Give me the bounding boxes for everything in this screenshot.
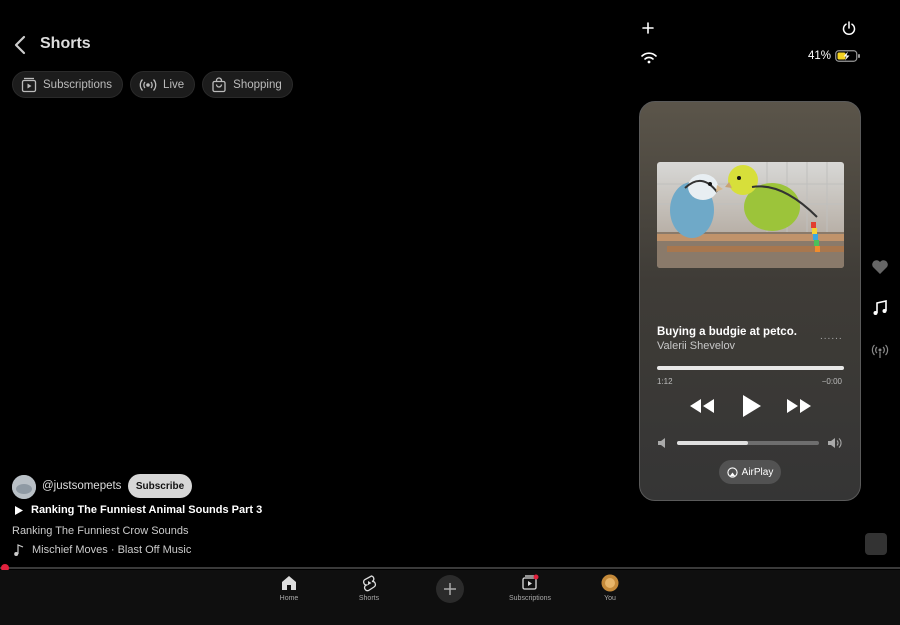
chip-label: Live: [163, 78, 185, 91]
music-credit-label: Mischief Moves · Blast Off Music: [32, 544, 192, 556]
plus-icon[interactable]: [640, 20, 656, 36]
video-scrub-bar[interactable]: [0, 567, 900, 569]
remaining-time: −0:00: [821, 377, 842, 386]
battery-charging-icon: [835, 50, 861, 62]
home-icon: [282, 576, 296, 590]
shopping-bag-icon: [212, 76, 226, 92]
airplay-icon: [727, 466, 738, 478]
nav-label: Home: [279, 595, 299, 602]
avatar-image: [12, 475, 36, 499]
playlist-link[interactable]: Ranking The Funniest Animal Sounds Part …: [14, 504, 262, 516]
volume-slider-fill: [677, 441, 748, 445]
chip-label: Subscriptions: [43, 78, 113, 91]
nav-label: Subscriptions: [508, 595, 552, 602]
battery-status: 41%: [808, 50, 861, 62]
chip-shopping[interactable]: Shopping: [202, 71, 293, 98]
playback-progress-bar[interactable]: [657, 366, 844, 370]
volume-slider[interactable]: [677, 441, 819, 445]
elapsed-time: 1:12: [657, 377, 673, 386]
airplay-label: AirPlay: [741, 466, 774, 478]
sound-thumbnail[interactable]: [865, 533, 887, 555]
like-icon[interactable]: [871, 259, 889, 275]
subscribe-button[interactable]: Subscribe: [128, 474, 192, 498]
broadcast-icon[interactable]: [871, 343, 889, 359]
play-triangle-icon: [15, 505, 23, 515]
music-note-icon[interactable]: [871, 300, 889, 316]
nav-label: You: [604, 595, 616, 602]
channel-handle[interactable]: @justsomepets: [42, 480, 121, 492]
power-icon[interactable]: [841, 20, 857, 36]
artwork-budgies: [657, 162, 844, 268]
fast-forward-icon[interactable]: [785, 392, 813, 420]
filter-chips: Subscriptions Live Shopping: [12, 71, 293, 98]
nav-home[interactable]: Home: [259, 574, 319, 602]
playlist-title: Ranking The Funniest Animal Sounds Part …: [31, 504, 263, 516]
wifi-icon: [641, 52, 657, 64]
plus-icon: [444, 583, 456, 595]
now-playing-widget: Buying a budgie at petco. Valerii Shevel…: [639, 101, 861, 501]
music-credit[interactable]: Mischief Moves · Blast Off Music: [13, 544, 191, 556]
nav-subscriptions[interactable]: Subscriptions: [500, 574, 560, 602]
battery-percent: 41%: [808, 50, 832, 62]
nav-shorts[interactable]: Shorts: [339, 574, 399, 602]
play-icon[interactable]: [737, 392, 765, 420]
chip-live[interactable]: Live: [130, 71, 196, 98]
more-dots[interactable]: ......: [820, 331, 843, 342]
volume-low-icon: [658, 438, 665, 448]
music-note-icon: [14, 544, 24, 556]
video-title: Ranking The Funniest Crow Sounds: [12, 525, 189, 537]
back-chevron-icon[interactable]: [12, 34, 30, 56]
track-artist: Valerii Shevelov: [657, 340, 736, 352]
subscriptions-icon: [522, 574, 539, 590]
chip-subscriptions[interactable]: Subscriptions: [12, 71, 124, 98]
shorts-icon: [363, 575, 377, 592]
page-title: Shorts: [40, 35, 91, 52]
volume-high-icon: [828, 438, 842, 448]
subscriptions-icon: [21, 77, 37, 92]
rewind-icon[interactable]: [688, 392, 716, 420]
nav-you[interactable]: You: [580, 574, 640, 602]
create-button[interactable]: [436, 575, 464, 603]
chip-label: Shopping: [233, 78, 282, 91]
live-icon: [139, 78, 157, 91]
nav-label: Shorts: [358, 595, 380, 602]
track-title: Buying a budgie at petco.: [657, 326, 797, 338]
avatar: [601, 574, 619, 592]
channel-avatar[interactable]: [12, 475, 36, 499]
airplay-button[interactable]: AirPlay: [719, 460, 781, 484]
